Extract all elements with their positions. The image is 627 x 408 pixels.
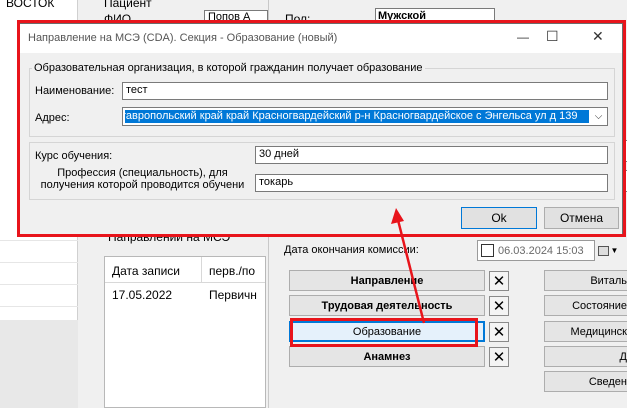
- trudovaya-button[interactable]: Трудовая деятельность: [289, 295, 485, 316]
- table-column-header[interactable]: перв./по: [209, 264, 255, 278]
- anamnez-button[interactable]: Анамнез: [289, 346, 485, 367]
- remove-napravlenie-button[interactable]: ✕: [489, 271, 509, 291]
- maximize-icon[interactable]: ☐: [546, 28, 559, 45]
- dialog-title: Направление на МСЭ (CDA). Секция - Образ…: [28, 32, 338, 44]
- remove-anamnez-button[interactable]: ✕: [489, 347, 509, 367]
- obrazovanie-button[interactable]: Образование: [289, 321, 485, 342]
- svedeniya-button[interactable]: Сведен: [544, 371, 627, 392]
- course-input[interactable]: 30 дней: [255, 146, 608, 164]
- calendar-dropdown-button[interactable]: ▼: [595, 240, 621, 261]
- d-button[interactable]: Д: [544, 346, 627, 367]
- address-label: Адрес:: [35, 112, 70, 124]
- minimize-icon[interactable]: —: [517, 30, 529, 44]
- name-input[interactable]: тест: [122, 82, 608, 100]
- close-icon[interactable]: ✕: [592, 28, 604, 45]
- profession-label: Профессия (специальность), для получения…: [40, 167, 245, 191]
- org-group: [29, 68, 615, 137]
- sex-value: Мужской: [378, 10, 427, 22]
- remove-trudovaya-button[interactable]: ✕: [489, 296, 509, 316]
- table-column-header[interactable]: Дата записи: [112, 264, 180, 278]
- sostoyanie-button[interactable]: Состояние: [544, 295, 627, 316]
- referrals-table: Дата записи перв./по 17.05.2022 Первичн: [104, 256, 266, 408]
- ok-button[interactable]: Ok: [461, 207, 537, 229]
- medicinskie-button[interactable]: Медицинск: [544, 321, 627, 342]
- course-label: Курс обучения:: [35, 150, 113, 162]
- commission-end-value: 06.03.2024 15:03: [498, 245, 584, 257]
- sex-field[interactable]: Мужской: [375, 8, 495, 24]
- chevron-down-icon: ▼: [610, 246, 619, 255]
- table-cell[interactable]: 17.05.2022: [112, 288, 172, 302]
- education-dialog: Направление на МСЭ (CDA). Секция - Образ…: [19, 23, 623, 235]
- profession-input[interactable]: токарь: [255, 174, 608, 192]
- address-select[interactable]: тавропольский край край Красногвардейски…: [122, 107, 608, 126]
- commission-end-field[interactable]: 06.03.2024 15:03: [477, 240, 595, 261]
- patient-label: Пациент: [104, 0, 152, 10]
- org-group-label: Образовательная организация, в которой г…: [32, 62, 425, 74]
- left-panel-text: ВОСТОК: [6, 0, 55, 10]
- chevron-down-icon[interactable]: ⌵: [590, 108, 607, 125]
- address-value: тавропольский край край Красногвардейски…: [125, 110, 589, 123]
- cancel-button[interactable]: Отмена: [544, 207, 619, 229]
- remove-obrazovanie-button[interactable]: ✕: [489, 322, 509, 342]
- table-column-divider: [201, 257, 202, 283]
- commission-end-checkbox[interactable]: [481, 244, 494, 257]
- dialog-titlebar: Направление на МСЭ (CDA). Секция - Образ…: [20, 24, 622, 53]
- table-cell[interactable]: Первичн: [209, 288, 257, 302]
- calendar-icon: [597, 245, 609, 256]
- vitalnye-button[interactable]: Виталь: [544, 270, 627, 291]
- name-label: Наименование:: [35, 85, 115, 97]
- commission-end-label: Дата окончания комиссии:: [284, 244, 419, 256]
- fio-field[interactable]: Попов А: [204, 10, 268, 24]
- napravlenie-button[interactable]: Направление: [289, 270, 485, 291]
